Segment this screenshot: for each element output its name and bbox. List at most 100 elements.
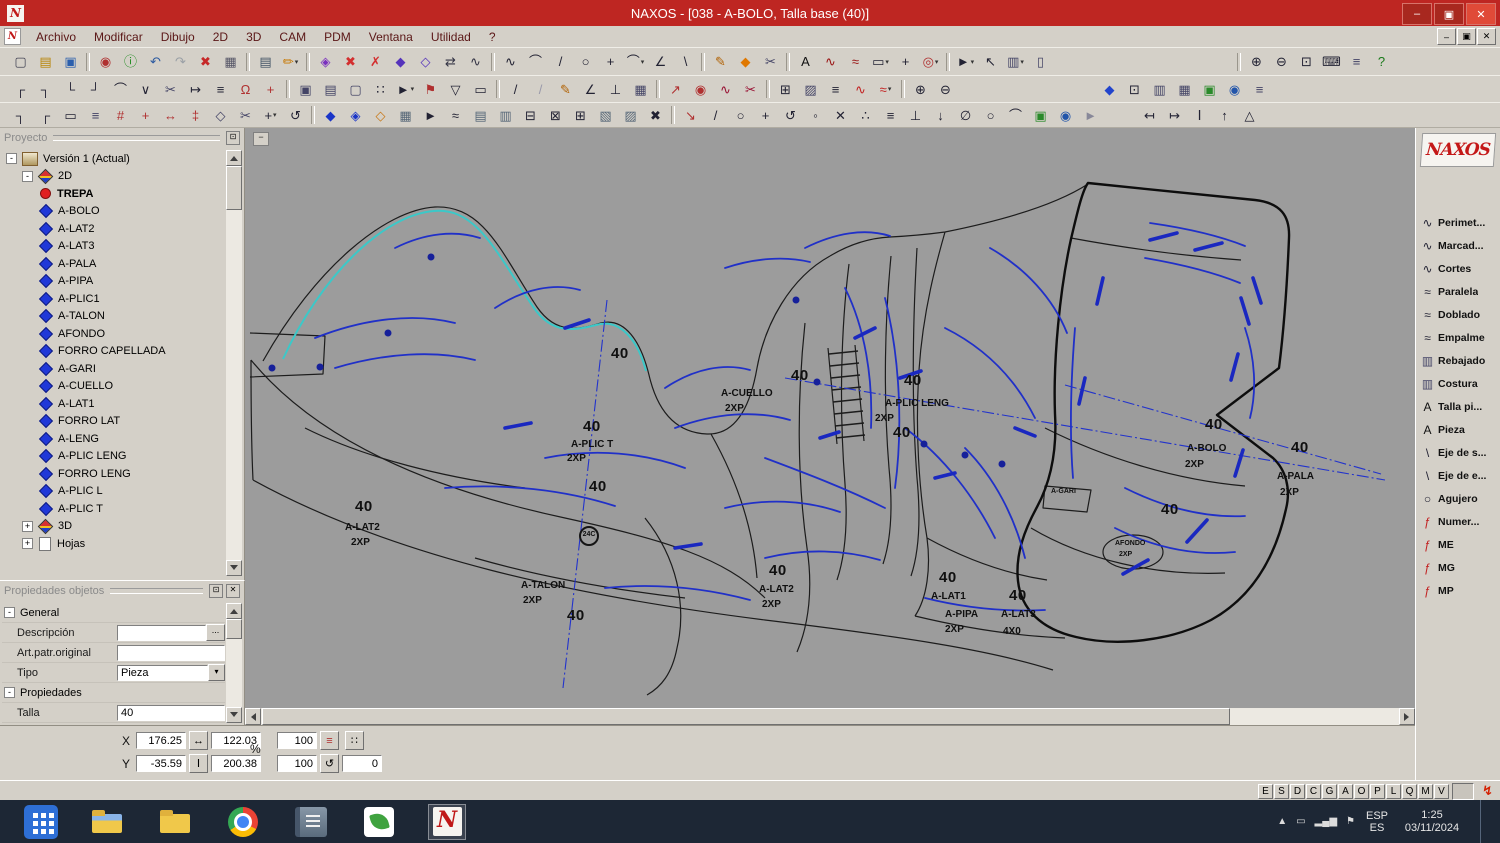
show-desktop-button[interactable] (1480, 800, 1488, 843)
duplicate-icon[interactable]: ▢ (343, 78, 368, 101)
stack-icon[interactable]: ≡ (823, 78, 848, 101)
rotate-icon[interactable]: ↺ (283, 104, 308, 127)
cut2-icon[interactable]: ✂ (738, 78, 763, 101)
tool-cortes[interactable]: ∿ Cortes (1416, 257, 1500, 280)
folder-app-icon[interactable] (156, 804, 194, 840)
trim-icon[interactable]: ✂ (158, 78, 183, 101)
menu-item-cam[interactable]: CAM (270, 28, 315, 46)
layer-letter-d[interactable]: D (1290, 784, 1305, 799)
text-icon[interactable]: A (793, 50, 818, 73)
dropdown-arrow-icon[interactable]: ▾ (885, 58, 889, 66)
erase-icon[interactable]: ✖ (338, 50, 363, 73)
globe-icon[interactable]: ◉ (1222, 78, 1247, 101)
cols2-icon[interactable]: ▥ (493, 104, 518, 127)
odiamond-icon[interactable]: ◇ (368, 104, 393, 127)
scroll-up-button[interactable] (226, 603, 242, 619)
rotation-field[interactable]: 0 (342, 755, 382, 772)
explorer-app-icon[interactable] (88, 804, 126, 840)
tree-item-3d[interactable]: +3D (2, 518, 225, 536)
tree-item-trepa[interactable]: TREPA (2, 185, 225, 203)
pages-icon[interactable]: ▥ ▾ (1003, 50, 1028, 73)
tree-item-a-gari[interactable]: A-GARI (2, 360, 225, 378)
spline-icon[interactable]: ∿ (498, 50, 523, 73)
zoom-ext-icon[interactable]: ⊖ (933, 78, 958, 101)
spline2-icon[interactable]: ∿ (713, 78, 738, 101)
tool-talla-pieza[interactable]: A Talla pi... (1416, 395, 1500, 418)
fit-icon[interactable]: ⊡ (1122, 78, 1147, 101)
knife-icon[interactable]: ✂ (758, 50, 783, 73)
red-wave-icon[interactable]: ∿ (848, 78, 873, 101)
chrome-app-icon[interactable] (224, 804, 262, 840)
up-icon[interactable]: ↑ (1212, 104, 1237, 127)
scale-x-field[interactable]: 100 (277, 732, 317, 749)
corner-tr-icon[interactable]: ┐ (33, 78, 58, 101)
prop-value-tipo[interactable]: Pieza (117, 664, 208, 681)
measure-icon[interactable]: ≈ (843, 50, 868, 73)
move-icon[interactable]: + (893, 50, 918, 73)
wave-icon[interactable]: ∿ (463, 50, 488, 73)
new-icon[interactable]: ▢ (8, 50, 33, 73)
tree-item-a-talon[interactable]: A-TALON (2, 308, 225, 326)
arrow-ne-icon[interactable]: ↗ (663, 78, 688, 101)
help-icon[interactable]: ? (1369, 50, 1394, 73)
line-icon[interactable]: / (548, 50, 573, 73)
mdi-close-button[interactable]: ✕ (1477, 28, 1496, 45)
scroll-thumb[interactable] (226, 166, 242, 210)
dropdown-arrow-icon[interactable]: ▾ (888, 85, 892, 93)
signal-icon[interactable]: ▂▄▆ (1315, 816, 1337, 827)
plus2-icon[interactable]: + (753, 104, 778, 127)
snap-icon[interactable]: + (258, 78, 283, 101)
corner-tl-icon[interactable]: ┌ (8, 78, 33, 101)
arrow-se-icon[interactable]: ↘ (678, 104, 703, 127)
pencil-icon[interactable]: ✏ ▾ (278, 50, 303, 73)
layer-letter-g[interactable]: G (1322, 784, 1337, 799)
menu-item-ventana[interactable]: Ventana (360, 28, 422, 46)
add-icon[interactable]: + ▾ (258, 104, 283, 127)
tv-icon[interactable]: ▣ (1197, 78, 1222, 101)
bdiamond1-icon[interactable]: ◆ (318, 104, 343, 127)
prop-value-art-patr-original[interactable] (117, 644, 225, 661)
tree-item-forro-lat[interactable]: FORRO LAT (2, 413, 225, 431)
dropdown-arrow-icon[interactable]: ▾ (295, 58, 299, 66)
layer-letter-s[interactable]: S (1274, 784, 1289, 799)
menu-item-[interactable]: ? (480, 28, 505, 46)
layer-letter-q[interactable]: Q (1402, 784, 1417, 799)
red-zigzag-icon[interactable]: ↯ (1482, 783, 1493, 799)
freehand-icon[interactable]: ∿ (818, 50, 843, 73)
tree-item-hojas[interactable]: + Hojas (2, 535, 225, 553)
tree-item-forro-capellada[interactable]: FORRO CAPELLADA (2, 343, 225, 361)
tree-item-2d[interactable]: - 2D (2, 168, 225, 186)
dropdown-arrow-icon[interactable]: ▾ (641, 58, 645, 66)
zoom-in-icon[interactable]: ⊕ (1244, 50, 1269, 73)
tree-item-a-pala[interactable]: A-PALA (2, 255, 225, 273)
tool-perimetro[interactable]: ∿ Perimet... (1416, 211, 1500, 234)
hatch3-icon[interactable]: ▨ (618, 104, 643, 127)
grid2-icon[interactable]: ▦ (628, 78, 653, 101)
tree-expander[interactable]: - (6, 153, 17, 165)
green-box-icon[interactable]: ▣ (1028, 104, 1053, 127)
magnet-icon[interactable]: Ω (233, 78, 258, 101)
play-icon[interactable]: ► (418, 104, 443, 127)
menu-item-3d[interactable]: 3D (237, 28, 270, 46)
canvas-horizontal-scrollbar[interactable] (245, 708, 1415, 725)
tree-item-a-pipa[interactable]: A-PIPA (2, 273, 225, 291)
zoom-out-icon[interactable]: ⊖ (1269, 50, 1294, 73)
mini-scrollbar[interactable] (1452, 783, 1474, 800)
tree-item-a-bolo[interactable]: A-BOLO (2, 203, 225, 221)
ibeam-icon[interactable]: Ⅰ (1187, 104, 1212, 127)
zoom-window-icon[interactable]: ⊡ (1294, 50, 1319, 73)
tool-eje-escalado[interactable]: \ Eje de e... (1416, 464, 1500, 487)
scroll-thumb[interactable] (226, 619, 242, 639)
section-collapse-button[interactable]: - (4, 607, 15, 618)
drawing-canvas[interactable]: 40 40 A-PLIC T 2XP 40 40 A-LAT2 2XP A-TALON 2XP 40… (245, 128, 1415, 725)
close-button[interactable]: ✕ (1466, 3, 1496, 25)
array-icon[interactable]: ∷ (368, 78, 393, 101)
open-icon[interactable]: ▤ (33, 50, 58, 73)
diamond-icon[interactable]: ◆ (388, 50, 413, 73)
panel-dock-button[interactable]: ⊡ (226, 130, 240, 145)
print-icon[interactable]: ≡ (1344, 50, 1369, 73)
notes-app-icon[interactable] (292, 804, 330, 840)
menu-item-utilidad[interactable]: Utilidad (422, 28, 480, 46)
approx-icon[interactable]: ≈ (443, 104, 468, 127)
slash2-icon[interactable]: / (528, 78, 553, 101)
